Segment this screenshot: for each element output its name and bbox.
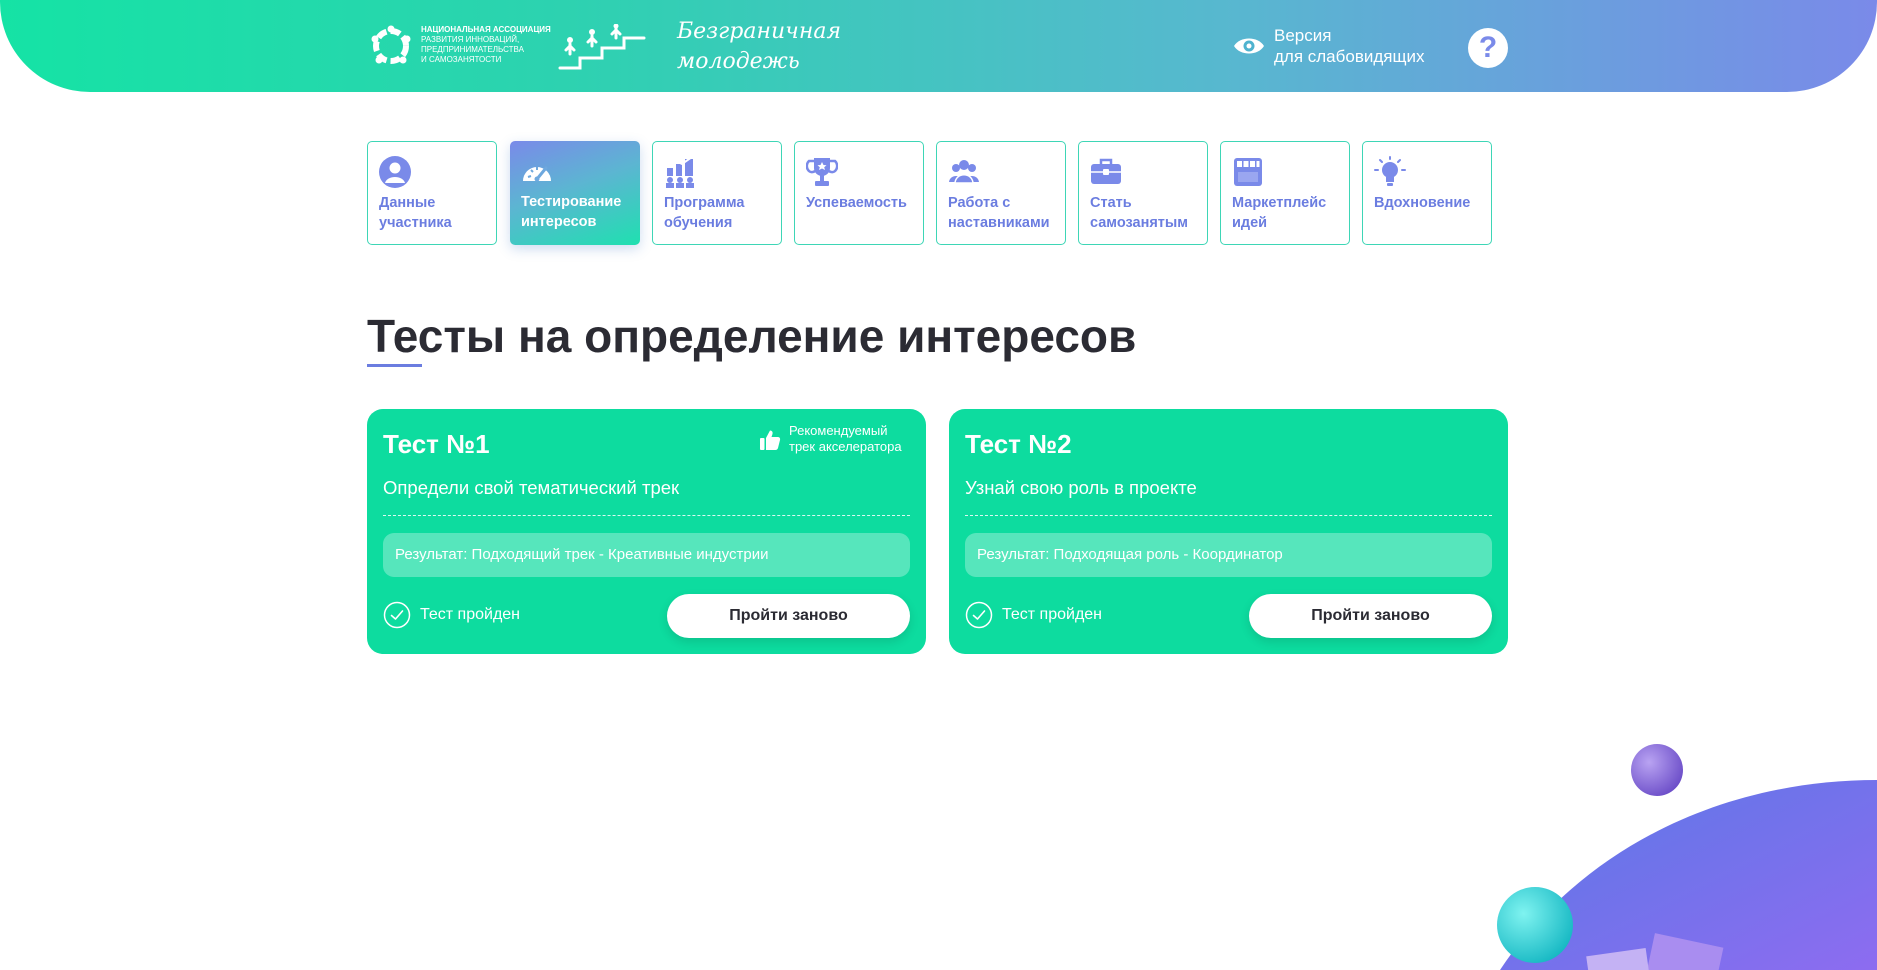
tab-participant-data[interactable]: Данные участника bbox=[367, 141, 497, 245]
test-result: Результат: Подходящая роль - Координатор bbox=[965, 533, 1492, 577]
tab-label-line: Успеваемость bbox=[806, 195, 907, 211]
check-circle-icon bbox=[965, 601, 993, 629]
tab-label-line: Работа с bbox=[948, 195, 1011, 211]
help-button[interactable]: ? bbox=[1468, 28, 1508, 68]
recommended-text: Рекомендуемый трек акселератора bbox=[789, 423, 902, 455]
tab-label-line: обучения bbox=[664, 215, 733, 231]
tab-label-line: Данные bbox=[379, 195, 436, 211]
tab-label: Маркетплейс идей bbox=[1232, 193, 1347, 233]
page-title: Тесты на определение интересов bbox=[367, 310, 1137, 362]
check-circle-icon bbox=[383, 601, 411, 629]
brand-wordmark[interactable]: Безграничная молодежь bbox=[677, 17, 842, 77]
vision-line: для слабовидящих bbox=[1274, 47, 1425, 66]
card-title: Тест №1 bbox=[383, 429, 490, 459]
title-underline bbox=[367, 364, 422, 367]
trophy-icon bbox=[806, 158, 838, 186]
tab-interest-testing[interactable]: Тестирование интересов bbox=[510, 141, 640, 245]
vision-line: Версия bbox=[1274, 26, 1332, 45]
tab-label-line: Маркетплейс bbox=[1232, 195, 1327, 211]
tab-label-line: участника bbox=[379, 215, 452, 231]
test-status: Тест пройден bbox=[420, 606, 521, 623]
tab-label: Тестирование интересов bbox=[521, 192, 636, 232]
retake-test-button[interactable]: Пройти заново bbox=[1249, 594, 1492, 638]
tab-label: Стать самозанятым bbox=[1090, 193, 1205, 233]
tab-ideas-marketplace[interactable]: Маркетплейс идей bbox=[1220, 141, 1350, 245]
tab-inspiration[interactable]: Вдохновение bbox=[1362, 141, 1492, 245]
tab-label-line: Стать bbox=[1090, 195, 1132, 211]
store-icon bbox=[1234, 158, 1262, 186]
test-card-1: Тест №1 Рекомендуемый трек акселератора … bbox=[367, 409, 926, 654]
retake-test-button[interactable]: Пройти заново bbox=[667, 594, 910, 638]
lightbulb-icon bbox=[1374, 156, 1406, 186]
dashed-divider bbox=[965, 515, 1492, 516]
tab-training-program[interactable]: Программа обучения bbox=[652, 141, 782, 245]
tab-label: Программа обучения bbox=[664, 193, 779, 233]
chart-growth-icon bbox=[666, 156, 694, 188]
test-result: Результат: Подходящий трек - Креативные … bbox=[383, 533, 910, 577]
group-icon bbox=[949, 160, 979, 184]
association-line: развития инноваций, bbox=[421, 35, 520, 44]
tab-mentors[interactable]: Работа с наставниками bbox=[936, 141, 1066, 245]
briefcase-icon bbox=[1091, 158, 1121, 184]
card-description: Узнай свою роль в проекте bbox=[965, 477, 1197, 498]
eye-icon[interactable] bbox=[1233, 35, 1265, 57]
tab-label-line: Вдохновение bbox=[1374, 195, 1471, 211]
low-vision-version-link[interactable]: Версия для слабовидящих bbox=[1274, 25, 1424, 67]
speedometer-icon bbox=[523, 166, 551, 182]
recommended-line: Рекомендуемый bbox=[789, 423, 888, 438]
decorative-illustration bbox=[1497, 744, 1877, 970]
tab-self-employed[interactable]: Стать самозанятым bbox=[1078, 141, 1208, 245]
tab-label-line: интересов bbox=[521, 214, 597, 230]
user-icon bbox=[379, 156, 411, 188]
tab-label-line: наставниками bbox=[948, 215, 1050, 231]
thumbs-up-icon bbox=[760, 430, 781, 450]
tab-label-line: Тестирование bbox=[521, 194, 622, 210]
card-description: Определи свой тематический трек bbox=[383, 477, 680, 498]
association-logo-icon[interactable] bbox=[367, 22, 419, 70]
tab-label-line: идей bbox=[1232, 215, 1268, 231]
association-line: предпринимательства bbox=[421, 45, 524, 54]
tab-label: Данные участника bbox=[379, 193, 494, 233]
dashed-divider bbox=[383, 515, 910, 516]
tab-label-line: самозанятым bbox=[1090, 215, 1189, 231]
recommended-line: трек акселератора bbox=[789, 439, 902, 454]
tab-label: Вдохновение bbox=[1374, 193, 1489, 213]
people-stairs-icon[interactable] bbox=[558, 24, 646, 72]
tab-label-line: Программа bbox=[664, 195, 745, 211]
tab-performance[interactable]: Успеваемость bbox=[794, 141, 924, 245]
card-title: Тест №2 bbox=[965, 429, 1072, 459]
brand-line: Безграничная bbox=[677, 19, 842, 44]
tab-label: Успеваемость bbox=[806, 193, 921, 213]
tab-label: Работа с наставниками bbox=[948, 193, 1063, 233]
association-line: Национальная ассоциация bbox=[421, 25, 551, 34]
site-header: Национальная ассоциация развития инновац… bbox=[0, 0, 1877, 92]
test-status: Тест пройден bbox=[1002, 606, 1103, 623]
association-line: и самозанятости bbox=[421, 55, 502, 64]
brand-line: молодежь bbox=[677, 49, 800, 74]
test-card-2: Тест №2 Узнай свою роль в проекте Резуль… bbox=[949, 409, 1508, 654]
association-name: Национальная ассоциация развития инновац… bbox=[421, 25, 571, 65]
